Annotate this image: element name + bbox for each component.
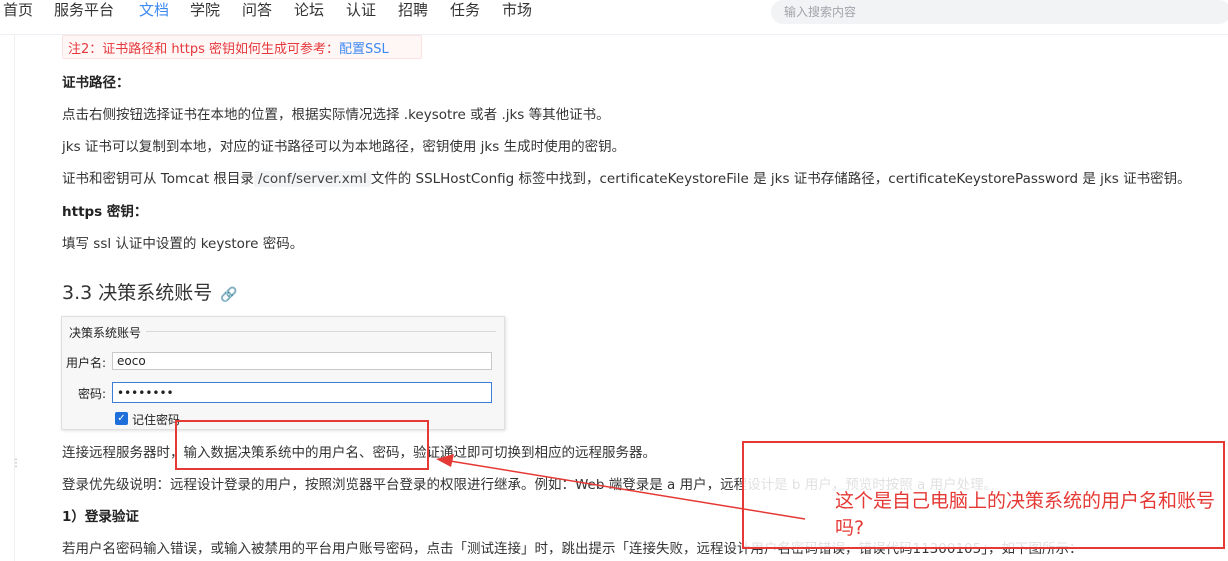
embedded-screenshot: 决策系统账号 用户名: 密码: ✓ 记住密码 bbox=[61, 316, 505, 430]
section-title: 3.3 决策系统账号 🔗 bbox=[62, 278, 238, 305]
remember-label: 记住密码 bbox=[132, 413, 181, 427]
remember-checkbox[interactable]: ✓ bbox=[115, 412, 128, 425]
password-label: 密码: bbox=[78, 387, 107, 401]
note-text: 注2：证书路径和 https 密钥如何生成可参考：配置SSL bbox=[68, 38, 389, 57]
inline-code: /conf/server.xml bbox=[253, 171, 371, 187]
anchor-link-icon[interactable]: 🔗 bbox=[220, 287, 237, 303]
p3-after: 文件的 SSLHostConfig 标签中找到，certificateKeyst… bbox=[370, 171, 1191, 187]
highlight-box bbox=[175, 420, 429, 470]
username-label: 用户名: bbox=[66, 356, 107, 370]
group-divider bbox=[146, 331, 496, 332]
paragraph-1: 点击右侧按钮选择证书在本地的位置，根据实际情况选择 .keysotre 或者 .… bbox=[62, 107, 610, 123]
cert-path-heading: 证书路径： bbox=[62, 75, 130, 91]
username-field[interactable] bbox=[112, 352, 492, 370]
section-title-text: 3.3 决策系统账号 bbox=[62, 282, 213, 304]
ssl-config-link[interactable]: 配置SSL bbox=[339, 42, 389, 57]
annotation-text: 这个是自己电脑上的决策系统的用户名和账号吗? bbox=[835, 490, 1216, 539]
login-verify-heading: 1）登录验证 bbox=[62, 509, 139, 525]
p3-before: 证书和密钥可从 Tomcat 根目录 bbox=[62, 171, 254, 187]
group-title: 决策系统账号 bbox=[69, 326, 142, 340]
note-callout: 注2：证书路径和 https 密钥如何生成可参考：配置SSL bbox=[62, 35, 422, 59]
paragraph-4: 填写 ssl 认证中设置的 keystore 密码。 bbox=[62, 236, 304, 252]
https-key-heading: https 密钥： bbox=[62, 204, 148, 220]
note-prefix: 注2：证书路径和 https 密钥如何生成可参考： bbox=[68, 42, 339, 57]
paragraph-3: 证书和密钥可从 Tomcat 根目录/conf/server.xml 文件的 SS… bbox=[62, 167, 1191, 187]
password-field[interactable] bbox=[112, 382, 492, 403]
paragraph-2: jks 证书可以复制到本地，对应的证书路径可以为本地路径，密钥使用 jks 生成… bbox=[62, 139, 626, 155]
